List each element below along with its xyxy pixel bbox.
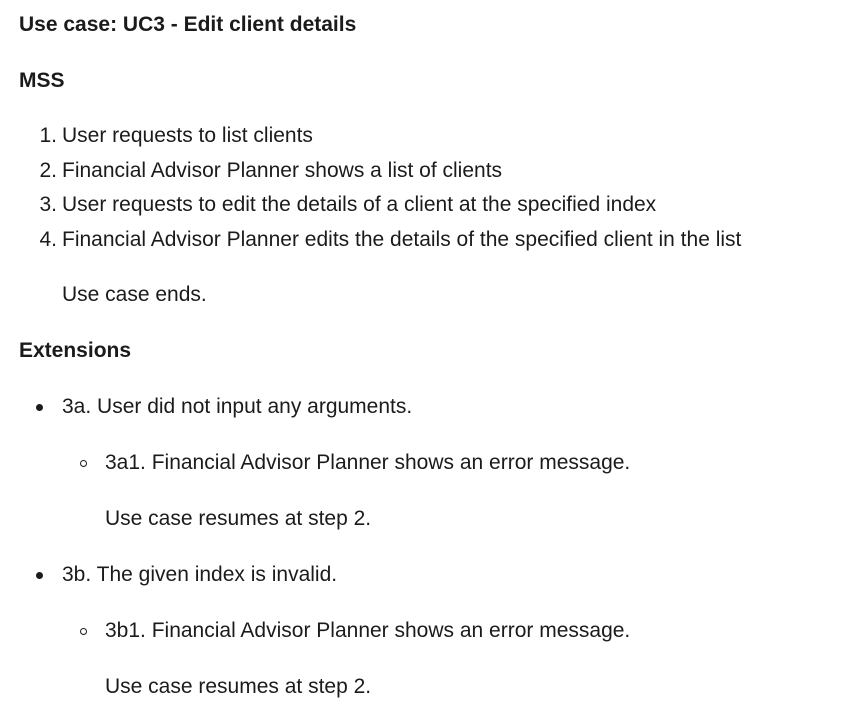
mss-step-number: 4.	[39, 228, 57, 251]
extension-sub-text: 3b1. Financial Advisor Planner shows an …	[105, 619, 631, 642]
extension-text: 3b. The given index is invalid.	[62, 563, 338, 586]
extension-text: 3a. User did not input any arguments.	[62, 395, 413, 418]
use-case-document: Use case: UC3 - Edit client details MSS …	[0, 0, 852, 703]
mss-step-text: User requests to list clients	[62, 124, 313, 147]
extension-sub-note: Use case resumes at step 2.	[105, 675, 372, 698]
extension-sub-text: 3a1. Financial Advisor Planner shows an …	[105, 451, 631, 474]
mss-end-note: Use case ends.	[62, 283, 207, 306]
bullet-disc-icon	[36, 572, 43, 579]
bullet-circle-icon	[80, 628, 87, 635]
mss-step-text: Financial Advisor Planner edits the deta…	[62, 228, 742, 251]
mss-step-number: 2.	[39, 159, 57, 182]
extension-sub-note: Use case resumes at step 2.	[105, 507, 372, 530]
bullet-circle-icon	[80, 460, 87, 467]
extensions-heading: Extensions	[19, 339, 132, 362]
mss-heading: MSS	[19, 69, 65, 92]
mss-step-number: 1.	[39, 124, 57, 147]
mss-step-text: User requests to edit the details of a c…	[62, 193, 657, 216]
use-case-title: Use case: UC3 - Edit client details	[19, 13, 357, 36]
mss-step-text: Financial Advisor Planner shows a list o…	[62, 159, 503, 182]
bullet-disc-icon	[36, 404, 43, 411]
mss-step-number: 3.	[39, 193, 57, 216]
